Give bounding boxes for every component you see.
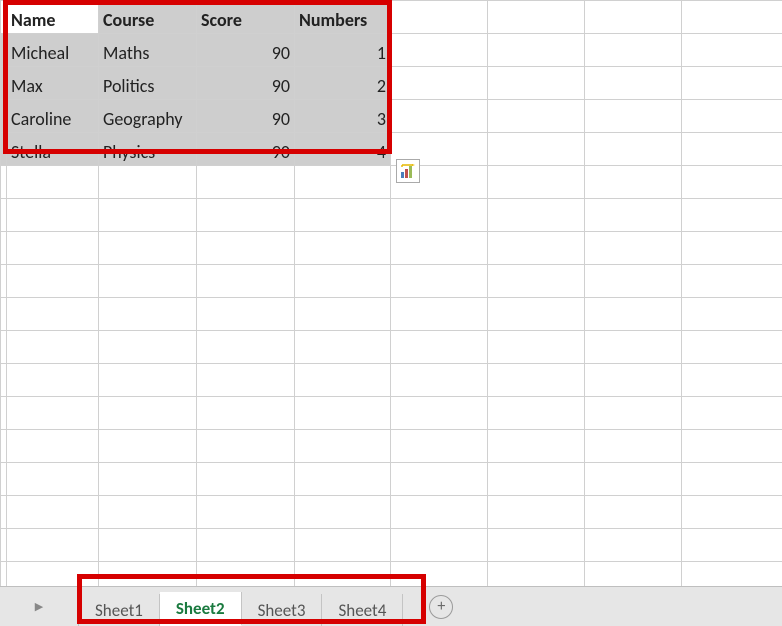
tab-sheet3[interactable]: Sheet3	[242, 594, 323, 626]
col-header-score[interactable]: Score	[197, 1, 295, 34]
table-row[interactable]: Max Politics 90 2	[1, 67, 782, 100]
cell-score[interactable]: 90	[197, 34, 295, 67]
cell-numbers[interactable]: 3	[295, 100, 391, 133]
tab-sheet2[interactable]: Sheet2	[160, 592, 242, 626]
cell-grid[interactable]: Name Course Score Numbers Micheal Maths …	[0, 0, 782, 586]
plus-icon: +	[437, 599, 445, 615]
table-row[interactable]: Name Course Score Numbers	[1, 1, 782, 34]
quick-analysis-button[interactable]	[396, 159, 420, 183]
col-header-numbers[interactable]: Numbers	[295, 1, 391, 34]
cell-numbers[interactable]: 4	[295, 133, 391, 166]
cell-name[interactable]: Max	[7, 67, 99, 100]
col-header-course[interactable]: Course	[99, 1, 197, 34]
tab-sheet1[interactable]: Sheet1	[78, 594, 160, 626]
cell-score[interactable]: 90	[197, 100, 295, 133]
worksheet-area[interactable]: Name Course Score Numbers Micheal Maths …	[0, 0, 782, 586]
cell-name[interactable]: Micheal	[7, 34, 99, 67]
tab-sheet4[interactable]: Sheet4	[322, 594, 403, 626]
cell-course[interactable]: Geography	[99, 100, 197, 133]
new-sheet-button[interactable]: +	[429, 595, 453, 619]
table-row[interactable]: Stella Physics 90 4	[1, 133, 782, 166]
cell-score[interactable]: 90	[197, 133, 295, 166]
cell-score[interactable]: 90	[197, 67, 295, 100]
table-row[interactable]: Caroline Geography 90 3	[1, 100, 782, 133]
cell-course[interactable]: Politics	[99, 67, 197, 100]
cell-course[interactable]: Physics	[99, 133, 197, 166]
quick-analysis-icon	[400, 163, 416, 179]
tabs-container: Sheet1 Sheet2 Sheet3 Sheet4	[78, 587, 403, 626]
cell-numbers[interactable]: 2	[295, 67, 391, 100]
cell-numbers[interactable]: 1	[295, 34, 391, 67]
cell-name[interactable]: Stella	[7, 133, 99, 166]
cell-name[interactable]: Caroline	[7, 100, 99, 133]
cell-course[interactable]: Maths	[99, 34, 197, 67]
col-header-name[interactable]: Name	[7, 1, 99, 34]
table-row[interactable]: Micheal Maths 90 1	[1, 34, 782, 67]
triangle-right-icon: ▶	[35, 600, 43, 613]
tab-nav-area[interactable]: ▶	[0, 587, 78, 626]
sheet-tab-bar: ▶ Sheet1 Sheet2 Sheet3 Sheet4 +	[0, 586, 782, 626]
